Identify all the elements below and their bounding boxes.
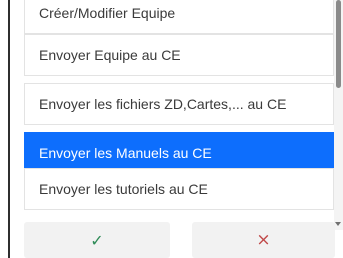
list-item-send-files[interactable]: Envoyer les fichiers ZD,Cartes,... au CE [24,83,334,125]
list-item-label: Créer/Modifier Equipe [39,5,176,21]
panel-border [8,0,10,258]
close-icon: × [256,230,271,250]
list-item-label: Envoyer les fichiers ZD,Cartes,... au CE [39,96,287,112]
action-list: Créer/Modifier Equipe Envoyer Equipe au … [24,0,334,211]
list-scrollbar[interactable] [334,0,343,230]
cancel-button[interactable]: × [192,222,335,258]
scroll-down-arrow-icon[interactable] [335,222,341,226]
list-item-send-team[interactable]: Envoyer Equipe au CE [24,34,334,76]
list-item-label: Envoyer les tutoriels au CE [39,181,208,197]
list-item-create-edit-team[interactable]: Créer/Modifier Equipe [24,0,334,34]
confirm-button[interactable]: ✓ [24,222,170,258]
list-item-send-tutorials[interactable]: Envoyer les tutoriels au CE [24,168,334,210]
list-item-label: Envoyer Equipe au CE [39,47,181,63]
check-icon: ✓ [90,230,104,250]
list-item-label: Envoyer les Manuels au CE [39,145,212,161]
scrollbar-thumb[interactable] [336,0,341,88]
